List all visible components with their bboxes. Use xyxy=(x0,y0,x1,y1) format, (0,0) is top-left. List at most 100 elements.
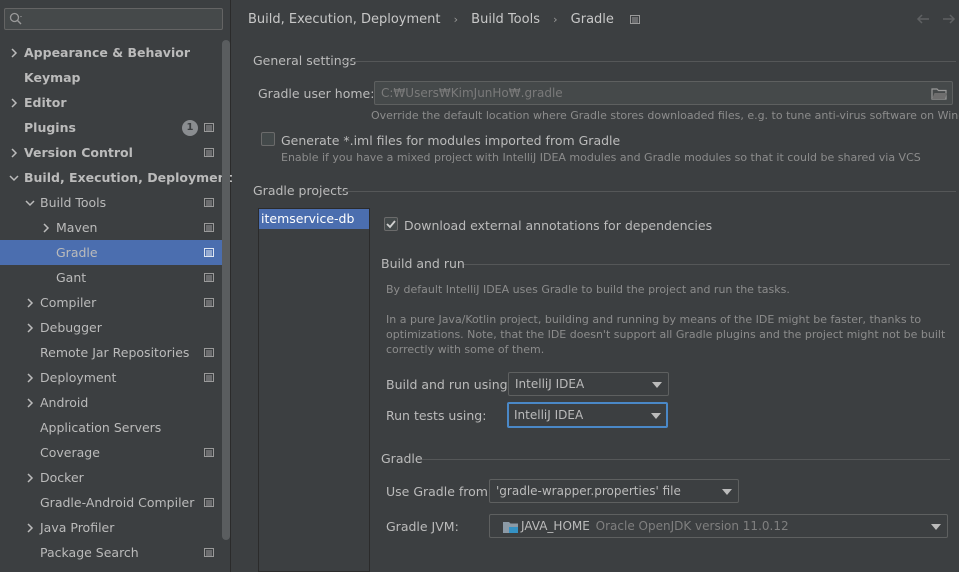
sidebar-item-coverage[interactable]: Coverage xyxy=(0,440,222,465)
project-list-item[interactable]: itemservice-db xyxy=(259,209,369,229)
sidebar-item-editor[interactable]: Editor xyxy=(0,90,222,115)
sidebar-item-debugger[interactable]: Debugger xyxy=(0,315,222,340)
sidebar-item-compiler[interactable]: Compiler xyxy=(0,290,222,315)
chevron-down-icon[interactable] xyxy=(9,173,19,183)
chevron-right-icon[interactable] xyxy=(25,298,35,308)
jvm-name: JAVA_HOME xyxy=(521,519,590,533)
general-settings-title: General settings xyxy=(253,53,357,68)
chevron-right-icon[interactable] xyxy=(9,148,19,158)
search-field[interactable] xyxy=(25,11,215,27)
sidebar-item-label: Android xyxy=(40,395,89,410)
chevron-right-icon[interactable] xyxy=(9,48,19,58)
sidebar-item-label: Appearance & Behavior xyxy=(24,45,190,60)
sidebar-item-label: Java Profiler xyxy=(40,520,115,535)
sidebar-item-gradle-android-compiler[interactable]: Gradle-Android Compiler xyxy=(0,490,222,515)
section-divider xyxy=(339,191,956,192)
sidebar-item-keymap[interactable]: Keymap xyxy=(0,65,222,90)
sidebar-item-label: Remote Jar Repositories xyxy=(40,345,190,360)
chevron-right-icon[interactable] xyxy=(25,523,35,533)
sidebar-item-label: Package Search xyxy=(40,545,139,560)
generate-iml-checkbox[interactable] xyxy=(261,132,275,146)
build-run-hint-line3: correctly with some of them. xyxy=(386,343,545,356)
sidebar-item-build-execution-deployment[interactable]: Build, Execution, Deployment xyxy=(0,165,232,190)
generate-iml-hint: Enable if you have a mixed project with … xyxy=(281,151,921,164)
generate-iml-label: Generate *.iml files for modules importe… xyxy=(281,133,621,148)
sidebar-item-appearance-behavior[interactable]: Appearance & Behavior xyxy=(0,40,222,65)
sidebar-item-java-profiler[interactable]: Java Profiler xyxy=(0,515,222,540)
checkmark-icon xyxy=(386,220,396,229)
build-run-using-dropdown[interactable]: IntelliJ IDEA xyxy=(508,372,669,396)
breadcrumb-separator-icon: › xyxy=(553,13,558,26)
sidebar-item-gradle[interactable]: Gradle xyxy=(0,240,222,265)
sidebar-item-label: Coverage xyxy=(40,445,100,460)
jdk-folder-icon xyxy=(503,522,518,533)
chevron-right-icon[interactable] xyxy=(41,223,51,233)
sidebar-item-label: Keymap xyxy=(24,70,81,85)
chevron-right-icon[interactable] xyxy=(9,98,19,108)
project-settings-icon xyxy=(204,448,214,457)
build-and-run-title: Build and run xyxy=(381,256,465,271)
sidebar-item-version-control[interactable]: Version Control xyxy=(0,140,222,165)
gradle-jvm-dropdown[interactable]: JAVA_HOME Oracle OpenJDK version 11.0.12 xyxy=(489,514,948,538)
project-settings-icon xyxy=(204,498,214,507)
sidebar-item-label: Maven xyxy=(56,220,98,235)
build-run-hint: By default IntelliJ IDEA uses Gradle to … xyxy=(386,283,790,296)
download-annotations-label: Download external annotations for depend… xyxy=(404,218,713,233)
settings-sidebar: Appearance & Behavior Keymap Editor Plugins… xyxy=(0,0,232,572)
settings-content: Build, Execution, Deployment › Build Too… xyxy=(232,0,959,572)
chevron-right-icon[interactable] xyxy=(25,398,35,408)
chevron-down-icon[interactable] xyxy=(25,198,35,208)
sidebar-item-application-servers[interactable]: Application Servers xyxy=(0,415,222,440)
sidebar-item-label: Build Tools xyxy=(40,195,107,210)
sidebar-item-label: Gradle xyxy=(56,245,98,260)
download-annotations-checkbox[interactable] xyxy=(384,217,398,231)
use-gradle-from-value: 'gradle-wrapper.properties' file xyxy=(496,484,681,498)
use-gradle-from-dropdown[interactable]: 'gradle-wrapper.properties' file xyxy=(489,479,739,503)
sidebar-item-label: Compiler xyxy=(40,295,97,310)
use-gradle-from-label: Use Gradle from: xyxy=(386,484,493,499)
gradle-section-title: Gradle xyxy=(381,451,423,466)
project-settings-icon xyxy=(204,123,214,132)
sidebar-item-plugins[interactable]: Plugins 1 xyxy=(0,115,222,140)
forward-arrow-icon[interactable] xyxy=(942,12,956,26)
sidebar-item-label: Build, Execution, Deployment xyxy=(24,170,233,185)
sidebar-item-docker[interactable]: Docker xyxy=(0,465,222,490)
project-settings-icon xyxy=(204,298,214,307)
sidebar-item-maven[interactable]: Maven xyxy=(0,215,222,240)
breadcrumb-item[interactable]: Build, Execution, Deployment xyxy=(248,12,440,27)
run-tests-using-value: IntelliJ IDEA xyxy=(514,408,584,422)
sidebar-item-label: Gradle-Android Compiler xyxy=(40,495,195,510)
sidebar-item-package-search[interactable]: Package Search xyxy=(0,540,222,565)
chevron-right-icon[interactable] xyxy=(25,323,35,333)
sidebar-item-android[interactable]: Android xyxy=(0,390,222,415)
settings-search-input[interactable] xyxy=(4,8,223,30)
sidebar-item-gant[interactable]: Gant xyxy=(0,265,222,290)
breadcrumb: Build, Execution, Deployment › Build Too… xyxy=(248,12,641,30)
folder-browse-icon[interactable] xyxy=(931,87,947,100)
breadcrumb-item[interactable]: Build Tools xyxy=(471,12,540,27)
sidebar-item-deployment[interactable]: Deployment xyxy=(0,365,222,390)
project-settings-icon xyxy=(204,548,214,557)
chevron-right-icon[interactable] xyxy=(25,473,35,483)
run-tests-using-dropdown[interactable]: IntelliJ IDEA xyxy=(507,402,668,428)
breadcrumb-separator-icon: › xyxy=(453,13,459,26)
chevron-right-icon[interactable] xyxy=(25,373,35,383)
project-settings-icon xyxy=(204,198,214,207)
build-run-hint-line1: In a pure Java/Kotlin project, building … xyxy=(386,313,922,326)
dropdown-arrow-icon xyxy=(931,524,941,530)
section-divider xyxy=(422,459,950,460)
settings-tree: Appearance & Behavior Keymap Editor Plugins… xyxy=(0,40,232,565)
navigation-arrows xyxy=(916,12,956,26)
project-settings-icon xyxy=(204,348,214,357)
sidebar-item-label: Debugger xyxy=(40,320,102,335)
gradle-user-home-hint: Override the default location where Grad… xyxy=(371,109,959,122)
update-count-badge: 1 xyxy=(182,120,198,136)
sidebar-item-label: Deployment xyxy=(40,370,117,385)
back-arrow-icon[interactable] xyxy=(916,12,930,26)
sidebar-item-remote-jar-repositories[interactable]: Remote Jar Repositories xyxy=(0,340,222,365)
gradle-user-home-value: C:₩Users₩KimJunHo₩.gradle xyxy=(381,86,563,100)
sidebar-scrollbar[interactable] xyxy=(222,40,230,540)
project-settings-icon xyxy=(630,14,641,24)
gradle-user-home-field[interactable]: C:₩Users₩KimJunHo₩.gradle xyxy=(374,81,953,105)
sidebar-item-build-tools[interactable]: Build Tools xyxy=(0,190,222,215)
